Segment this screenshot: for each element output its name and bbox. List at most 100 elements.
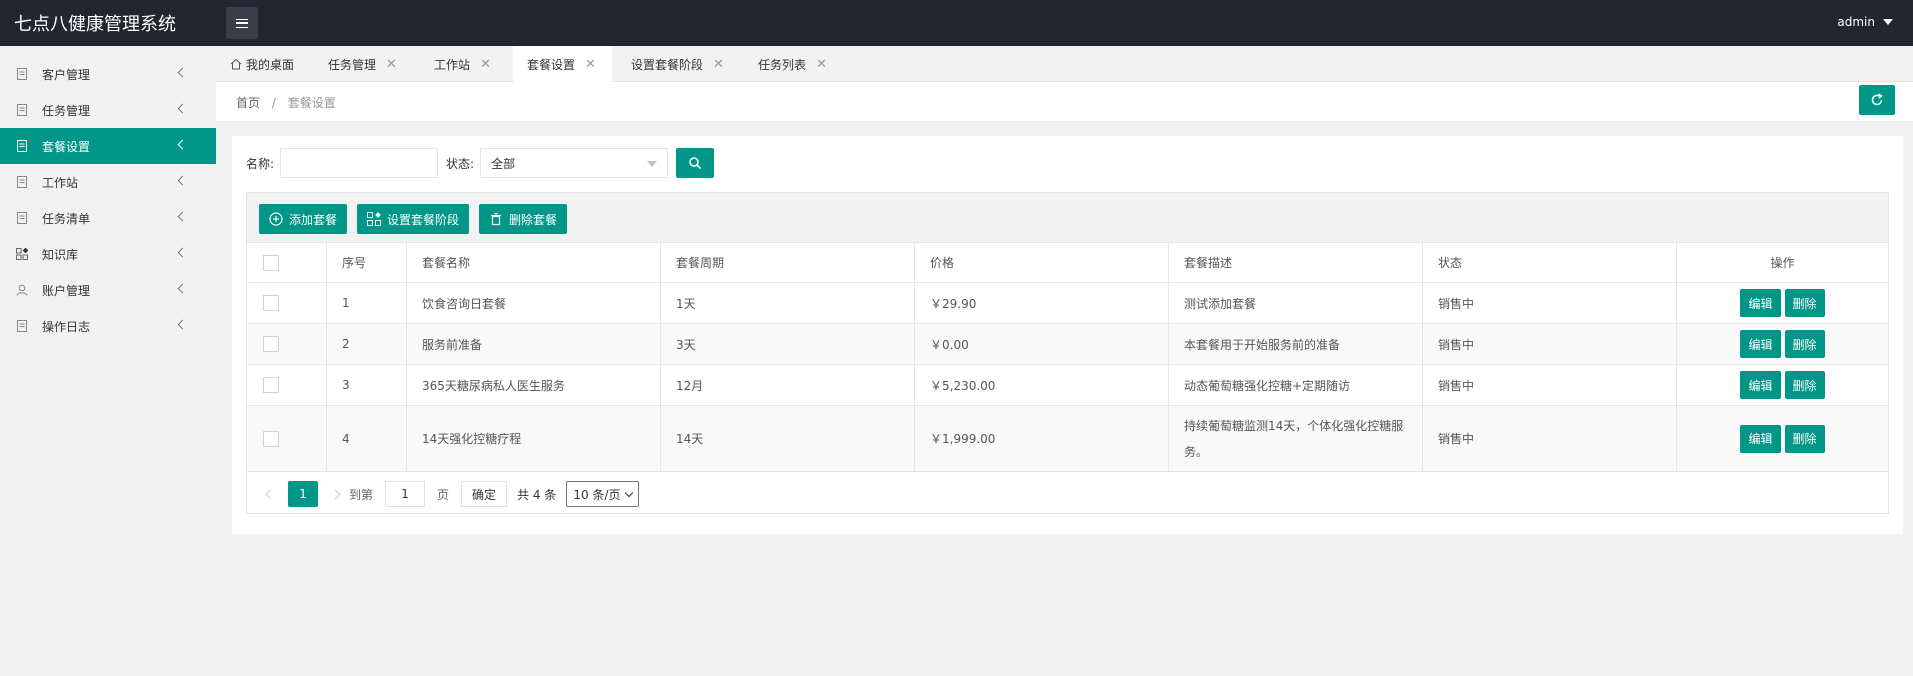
chevron-left-icon xyxy=(177,211,188,222)
edit-button[interactable]: 编辑 xyxy=(1740,289,1781,317)
sidebar-item-label: 操作日志 xyxy=(42,319,91,334)
sidebar-item-accounts[interactable]: 账户管理 xyxy=(0,272,216,308)
search-icon xyxy=(689,157,702,170)
table-toolbar: 添加套餐 设置套餐阶段 删除套餐 xyxy=(247,193,1888,243)
tab-bar: 我的桌面 任务管理 ✕ 工作站 ✕ 套餐设置 ✕ 设置套餐阶段 ✕ 任务列表 ✕ xyxy=(216,46,1913,82)
sidebar-item-label: 套餐设置 xyxy=(42,139,91,154)
select-all-checkbox[interactable] xyxy=(263,254,279,271)
sidebar-item-packages[interactable]: 套餐设置 xyxy=(0,128,216,164)
column-header: 套餐描述 xyxy=(1169,243,1423,282)
row-checkbox[interactable] xyxy=(263,430,279,447)
row-checkbox[interactable] xyxy=(263,377,279,393)
name-input[interactable] xyxy=(280,148,439,178)
goto-confirm-button[interactable]: 确定 xyxy=(461,481,508,507)
tab-package-settings[interactable]: 套餐设置 ✕ xyxy=(513,46,612,82)
main-card: 名称: 状态: 全部 添加套餐 设置套餐阶段 删除套餐 序号 套餐名称 套餐周期… xyxy=(232,136,1903,534)
cell-actions: 编辑 删除 xyxy=(1677,324,1888,364)
caret-down-icon xyxy=(647,161,658,167)
user-menu[interactable]: admin xyxy=(1837,15,1893,29)
close-icon[interactable]: ✕ xyxy=(816,57,827,72)
table-grid: 序号 套餐名称 套餐周期 价格 套餐描述 状态 操作 1 饮食咨询日套餐 1天 … xyxy=(247,243,1888,472)
close-icon[interactable]: ✕ xyxy=(585,57,596,72)
set-stage-button[interactable]: 设置套餐阶段 xyxy=(357,204,470,234)
close-icon[interactable]: ✕ xyxy=(480,57,491,72)
page-size-select[interactable]: 10 条/页 xyxy=(566,481,640,507)
row-checkbox[interactable] xyxy=(263,336,279,352)
breadcrumb-separator: / xyxy=(271,96,276,110)
delete-button[interactable]: 删除 xyxy=(1784,371,1825,399)
trash-icon xyxy=(491,212,501,226)
chevron-left-icon xyxy=(177,283,188,294)
tab-desktop[interactable]: 我的桌面 xyxy=(230,46,294,82)
table-row: 2 服务前准备 3天 ￥0.00 本套餐用于开始服务前的准备 销售中 编辑 删除 xyxy=(247,324,1888,365)
add-package-button[interactable]: 添加套餐 xyxy=(259,204,348,234)
search-button[interactable] xyxy=(676,148,715,178)
plus-circle-icon xyxy=(269,212,283,226)
edit-button[interactable]: 编辑 xyxy=(1740,330,1781,358)
current-page[interactable]: 1 xyxy=(288,481,318,507)
sidebar-item-workstation[interactable]: 工作站 xyxy=(0,164,216,200)
breadcrumb-home[interactable]: 首页 xyxy=(236,96,260,110)
next-page-icon[interactable] xyxy=(330,489,341,499)
column-header: 价格 xyxy=(915,243,1169,282)
sidebar-item-tasklist[interactable]: 任务清单 xyxy=(0,200,216,236)
goto-suffix: 页 xyxy=(437,487,450,502)
table-row: 4 14天强化控糖疗程 14天 ￥1,999.00 持续葡萄糖监测14天，个体化… xyxy=(247,406,1888,472)
username: admin xyxy=(1837,15,1875,29)
sidebar-item-knowledge[interactable]: 知识库 xyxy=(0,236,216,272)
sidebar-item-label: 工作站 xyxy=(42,175,79,190)
prev-page-icon[interactable] xyxy=(265,489,276,499)
cell-no: 3 xyxy=(327,365,407,405)
cell-desc: 本套餐用于开始服务前的准备 xyxy=(1169,324,1423,364)
tab-workstation[interactable]: 工作站 ✕ xyxy=(434,46,491,82)
checkbox-cell xyxy=(247,365,327,405)
sidebar-item-tasks[interactable]: 任务管理 xyxy=(0,92,216,128)
sidebar-item-label: 任务清单 xyxy=(42,211,91,226)
cell-desc: 测试添加套餐 xyxy=(1169,283,1423,323)
status-select[interactable]: 全部 xyxy=(480,148,669,178)
home-icon xyxy=(230,58,242,70)
column-header: 序号 xyxy=(327,243,407,282)
edit-button[interactable]: 编辑 xyxy=(1740,424,1781,453)
doc-icon xyxy=(16,104,28,116)
delete-button[interactable]: 删除 xyxy=(1784,424,1825,453)
edit-button[interactable]: 编辑 xyxy=(1740,371,1781,399)
name-label: 名称: xyxy=(246,156,275,171)
doc-icon xyxy=(16,176,28,188)
refresh-button[interactable] xyxy=(1859,85,1895,115)
cell-actions: 编辑 删除 xyxy=(1677,283,1888,323)
tab-label: 工作站 xyxy=(434,57,471,72)
delete-package-button[interactable]: 删除套餐 xyxy=(479,204,568,234)
sidebar-item-logs[interactable]: 操作日志 xyxy=(0,308,216,344)
row-checkbox[interactable] xyxy=(263,295,279,311)
close-icon[interactable]: ✕ xyxy=(386,57,397,72)
tab-label: 任务管理 xyxy=(328,57,377,72)
cell-period: 1天 xyxy=(661,283,915,323)
cell-name: 14天强化控糖疗程 xyxy=(407,406,661,471)
chevron-left-icon xyxy=(177,175,188,186)
delete-button[interactable]: 删除 xyxy=(1784,289,1825,317)
tab-set-package-stage[interactable]: 设置套餐阶段 ✕ xyxy=(631,46,724,82)
button-label: 设置套餐阶段 xyxy=(387,212,460,227)
sidebar-item-customers[interactable]: 客户管理 xyxy=(0,56,216,92)
table-header-row: 序号 套餐名称 套餐周期 价格 套餐描述 状态 操作 xyxy=(247,243,1888,283)
goto-page-input[interactable]: 1 xyxy=(385,481,426,507)
search-form: 名称: 状态: 全部 xyxy=(246,148,715,178)
close-icon[interactable]: ✕ xyxy=(713,57,724,72)
delete-button[interactable]: 删除 xyxy=(1784,330,1825,358)
cell-status: 销售中 xyxy=(1423,365,1677,405)
row-actions: 编辑 删除 xyxy=(1740,289,1825,317)
menu-toggle-button[interactable] xyxy=(226,7,258,39)
checkbox-cell xyxy=(247,406,327,471)
tab-task-list[interactable]: 任务列表 ✕ xyxy=(758,46,827,82)
sidebar-item-label: 账户管理 xyxy=(42,283,91,298)
table-row: 3 365天糖尿病私人医生服务 12月 ￥5,230.00 动态葡萄糖强化控糖+… xyxy=(247,365,1888,406)
cell-no: 1 xyxy=(327,283,407,323)
chevron-left-icon xyxy=(177,139,188,150)
checkbox-cell xyxy=(247,283,327,323)
column-header: 状态 xyxy=(1423,243,1677,282)
chevron-left-icon xyxy=(177,103,188,114)
cell-period: 12月 xyxy=(661,365,915,405)
tab-task-management[interactable]: 任务管理 ✕ xyxy=(328,46,397,82)
cell-desc: 动态葡萄糖强化控糖+定期随访 xyxy=(1169,365,1423,405)
